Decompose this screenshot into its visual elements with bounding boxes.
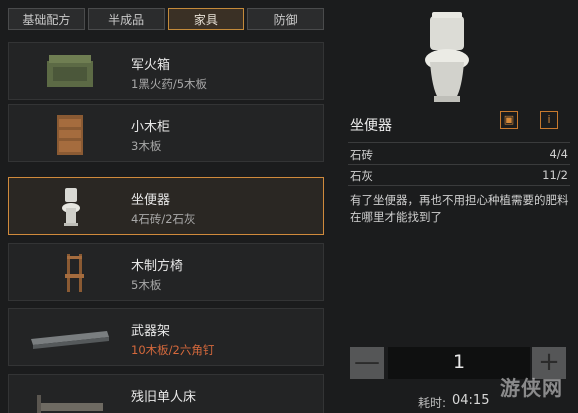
- quantity-value: 1: [452, 351, 466, 373]
- ammo-crate-icon: [47, 55, 93, 87]
- item-name: 残旧单人床: [131, 390, 197, 405]
- divider: [348, 142, 570, 143]
- list-item-old-bed[interactable]: 残旧单人床: [8, 374, 324, 413]
- item-requirements: 3木板: [131, 139, 162, 153]
- list-item-wooden-cabinet[interactable]: 小木柜 3木板: [8, 104, 324, 162]
- list-item-wooden-chair[interactable]: 木制方椅 5木板: [8, 243, 324, 301]
- material-lime-count: 11/2: [542, 168, 568, 182]
- item-name: 武器架: [131, 324, 171, 339]
- craft-time-label: 耗时:: [418, 396, 447, 410]
- divider: [348, 164, 570, 165]
- old-bed-icon: [37, 395, 103, 413]
- toilet-preview-icon: [425, 12, 469, 102]
- wooden-cabinet-icon: [57, 115, 83, 155]
- material-lime: 石灰: [350, 169, 373, 183]
- item-requirements: 4石砖/2石灰: [131, 212, 196, 226]
- tab-semi-finished[interactable]: 半成品: [87, 8, 165, 30]
- item-requirements: 1黑火药/5木板: [131, 77, 208, 91]
- list-item-toilet[interactable]: 坐便器 4石砖/2石灰: [8, 177, 324, 235]
- info-icon[interactable]: i: [540, 111, 558, 129]
- list-item-weapon-rack[interactable]: 武器架 10木板/2六角钉: [8, 308, 324, 366]
- blueprint-icon[interactable]: ▣: [500, 111, 518, 129]
- divider: [348, 185, 570, 186]
- item-name: 小木柜: [131, 120, 171, 135]
- material-stone-brick-count: 4/4: [549, 147, 568, 161]
- tab-furniture[interactable]: 家具: [167, 8, 245, 30]
- tab-defense[interactable]: 防御: [247, 8, 324, 30]
- item-requirements: 5木板: [131, 278, 162, 292]
- category-tabs: 基础配方 半成品 家具 防御: [8, 8, 324, 30]
- tab-basic-recipes[interactable]: 基础配方: [8, 8, 85, 30]
- weapon-rack-icon: [31, 331, 109, 349]
- recipe-list[interactable]: 军火箱 1黑火药/5木板 小木柜 3木板 坐便器 4石砖/2石灰 木制方椅 5木…: [8, 40, 324, 413]
- item-name: 木制方椅: [131, 259, 184, 274]
- item-name: 军火箱: [131, 58, 171, 73]
- detail-title: 坐便器: [350, 118, 392, 134]
- item-requirements: 10木板/2六角钉: [131, 343, 215, 357]
- item-description: 有了坐便器，再也不用担心种植需要的肥料在哪里才能找到了: [350, 193, 569, 224]
- toilet-icon: [62, 188, 80, 226]
- item-name: 坐便器: [131, 193, 171, 208]
- decrease-button[interactable]: —: [350, 347, 384, 379]
- wooden-chair-icon: [65, 254, 84, 292]
- material-stone-brick: 石砖: [350, 148, 373, 162]
- watermark: 游侠网: [500, 376, 563, 400]
- list-item-ammo-crate[interactable]: 军火箱 1黑火药/5木板: [8, 42, 324, 100]
- craft-time-value: 04:15: [452, 393, 490, 408]
